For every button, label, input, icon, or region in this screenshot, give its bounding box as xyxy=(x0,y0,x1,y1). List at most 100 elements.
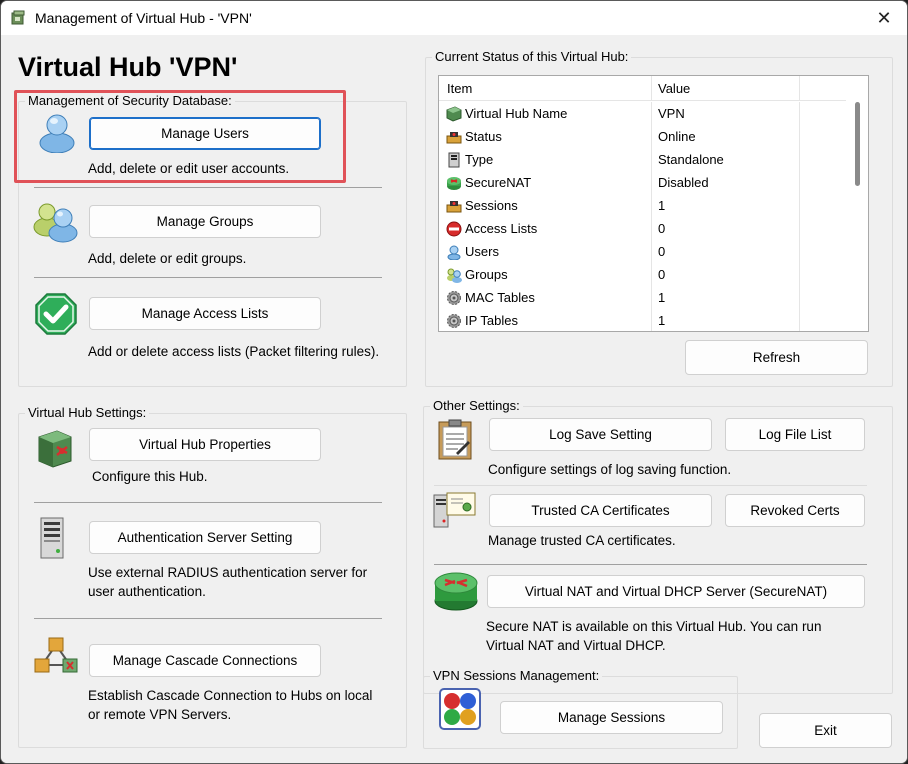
row-value: 0 xyxy=(652,217,800,240)
user-icon xyxy=(39,114,75,153)
exit-button[interactable]: Exit xyxy=(759,713,892,748)
row-value: 0 xyxy=(652,240,800,263)
manage-cascade-desc-line2: or remote VPN Servers. xyxy=(88,707,232,722)
securenat-button[interactable]: Virtual NAT and Virtual DHCP Server (Sec… xyxy=(487,575,865,608)
log-save-setting-button[interactable]: Log Save Setting xyxy=(489,418,712,451)
row-value: Disabled xyxy=(652,171,800,194)
securenat-desc-line2: Virtual NAT and Virtual DHCP. xyxy=(486,638,666,653)
revoked-certs-button[interactable]: Revoked Certs xyxy=(725,494,865,527)
sessions-icon xyxy=(439,688,481,730)
server-icon xyxy=(40,517,64,559)
status-rows: Virtual Hub Name VPN Status Online Type xyxy=(439,102,848,331)
manage-cascade-button[interactable]: Manage Cascade Connections xyxy=(89,644,321,677)
row-item: Type xyxy=(465,152,494,167)
row-item: Users xyxy=(465,244,499,259)
row-item-cell: IP Tables xyxy=(439,309,652,331)
trusted-ca-desc: Manage trusted CA certificates. xyxy=(488,533,676,548)
table-row[interactable]: IP Tables 1 xyxy=(439,309,848,331)
manage-groups-desc: Add, delete or edit groups. xyxy=(88,251,247,266)
app-icon xyxy=(11,10,25,25)
window-content: Virtual Hub 'VPN' Management of Security… xyxy=(1,35,907,763)
manage-users-label: Manage Users xyxy=(161,126,249,141)
log-file-list-button[interactable]: Log File List xyxy=(725,418,865,451)
table-row[interactable]: Access Lists 0 xyxy=(439,217,848,240)
row-value: Standalone xyxy=(652,148,800,171)
manage-sessions-label: Manage Sessions xyxy=(557,710,666,725)
table-row[interactable]: Status Online xyxy=(439,125,848,148)
manage-cascade-label: Manage Cascade Connections xyxy=(112,653,298,668)
other-settings-group-label: Other Settings: xyxy=(430,398,523,414)
securenat-label: Virtual NAT and Virtual DHCP Server (Sec… xyxy=(524,584,828,599)
virtual-hub-properties-desc: Configure this Hub. xyxy=(92,469,208,484)
row-value: 1 xyxy=(652,194,800,217)
virtual-hub-properties-button[interactable]: Virtual Hub Properties xyxy=(89,428,321,461)
separator xyxy=(34,618,382,619)
server-icon xyxy=(448,152,460,167)
table-row[interactable]: Users 0 xyxy=(439,240,848,263)
row-item: Groups xyxy=(465,267,508,282)
row-value: 1 xyxy=(652,286,800,309)
separator xyxy=(34,277,382,278)
manage-access-lists-button[interactable]: Manage Access Lists xyxy=(89,297,321,330)
close-icon: ✕ xyxy=(876,7,892,28)
separator xyxy=(34,502,382,503)
status-list-scrollbar[interactable] xyxy=(846,76,868,331)
refresh-button[interactable]: Refresh xyxy=(685,340,868,375)
virtual-hub-properties-label: Virtual Hub Properties xyxy=(139,437,271,452)
close-button[interactable]: ✕ xyxy=(861,1,907,35)
row-item-cell: Type xyxy=(439,148,652,171)
securenat-router-icon xyxy=(434,572,478,611)
row-item-cell: Virtual Hub Name xyxy=(439,102,652,125)
log-save-desc: Configure settings of log saving functio… xyxy=(488,462,732,477)
row-item: MAC Tables xyxy=(465,290,535,305)
authentication-server-desc-line2: user authentication. xyxy=(88,584,206,599)
row-item: Sessions xyxy=(465,198,518,213)
table-row[interactable]: Virtual Hub Name VPN xyxy=(439,102,848,125)
table-row[interactable]: Sessions 1 xyxy=(439,194,848,217)
scrollbar-thumb[interactable] xyxy=(855,102,860,186)
manage-sessions-button[interactable]: Manage Sessions xyxy=(500,701,723,734)
column-header-item[interactable]: Item xyxy=(439,76,652,100)
status-icon xyxy=(446,131,462,143)
page-title: Virtual Hub 'VPN' xyxy=(18,52,238,82)
row-item: Access Lists xyxy=(465,221,538,236)
manage-groups-button[interactable]: Manage Groups xyxy=(89,205,321,238)
hub-settings-group-label: Virtual Hub Settings: xyxy=(25,405,150,421)
table-row[interactable]: SecureNAT Disabled xyxy=(439,171,848,194)
row-item: IP Tables xyxy=(465,313,519,328)
refresh-label: Refresh xyxy=(752,350,801,365)
row-item-cell: SecureNAT xyxy=(439,171,652,194)
authentication-server-desc: Use external RADIUS authentication serve… xyxy=(88,563,367,601)
gear-icon xyxy=(447,313,461,328)
row-item: SecureNAT xyxy=(465,175,532,190)
virtual-hub-icon xyxy=(38,430,72,468)
authentication-server-label: Authentication Server Setting xyxy=(117,530,293,545)
table-row[interactable]: Groups 0 xyxy=(439,263,848,286)
manage-groups-label: Manage Groups xyxy=(156,214,254,229)
separator xyxy=(34,187,382,188)
securenat-desc-line1: Secure NAT is available on this Virtual … xyxy=(486,619,822,634)
row-value: Online xyxy=(652,125,800,148)
exit-label: Exit xyxy=(814,723,837,738)
manage-users-button[interactable]: Manage Users xyxy=(89,117,321,150)
row-item-cell: Users xyxy=(439,240,652,263)
authentication-server-button[interactable]: Authentication Server Setting xyxy=(89,521,321,554)
hub-icon xyxy=(446,105,462,122)
router-icon xyxy=(447,176,461,190)
manage-access-lists-label: Manage Access Lists xyxy=(141,306,269,321)
log-save-setting-label: Log Save Setting xyxy=(549,427,652,442)
row-item-cell: Groups xyxy=(439,263,652,286)
security-db-group-label: Management of Security Database: xyxy=(25,93,235,109)
table-row[interactable]: Type Standalone xyxy=(439,148,848,171)
row-item: Status xyxy=(465,129,502,144)
trusted-ca-button[interactable]: Trusted CA Certificates xyxy=(489,494,712,527)
manage-cascade-desc: Establish Cascade Connection to Hubs on … xyxy=(88,686,372,724)
row-value: 0 xyxy=(652,263,800,286)
table-row[interactable]: MAC Tables 1 xyxy=(439,286,848,309)
status-list[interactable]: Item Value Virtual Hub Name VPN Status O… xyxy=(438,75,869,332)
manage-access-lists-desc: Add or delete access lists (Packet filte… xyxy=(88,344,380,359)
window-title: Management of Virtual Hub - 'VPN' xyxy=(35,10,252,26)
column-header-value[interactable]: Value xyxy=(652,76,800,100)
management-window: Management of Virtual Hub - 'VPN' ✕ Virt… xyxy=(0,0,908,764)
user-icon xyxy=(447,245,461,260)
